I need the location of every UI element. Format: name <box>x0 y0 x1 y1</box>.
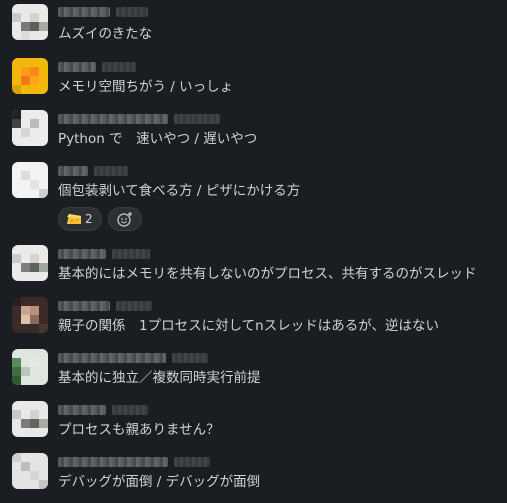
message-text: ムズイのきたな <box>58 26 153 42</box>
user-avatar[interactable] <box>12 401 48 437</box>
user-avatar[interactable] <box>12 245 48 281</box>
username-redacted[interactable] <box>58 405 106 415</box>
timestamp-redacted[interactable] <box>174 114 220 124</box>
message-text: プロセスも親ありません？ <box>58 422 220 438</box>
message-text: 個包装剥いて食べる方 / ピザにかける方 <box>58 183 301 199</box>
timestamp-redacted[interactable] <box>94 166 128 176</box>
username-redacted[interactable] <box>58 62 96 72</box>
message-feed: ムズイのきたな メモリ空間ちがう / いっしょ Python で 速いやつ / … <box>0 0 507 503</box>
timestamp-redacted[interactable] <box>112 405 148 415</box>
message-text: デバッグが面倒 / デバッグが面倒 <box>58 474 261 490</box>
message-header <box>58 165 128 177</box>
user-avatar[interactable] <box>12 4 48 40</box>
message-header <box>58 404 148 416</box>
message-header <box>58 6 148 18</box>
user-avatar[interactable] <box>12 297 48 333</box>
username-redacted[interactable] <box>58 353 166 363</box>
user-avatar[interactable] <box>12 110 48 146</box>
username-redacted[interactable] <box>58 249 106 259</box>
username-redacted[interactable] <box>58 457 168 467</box>
timestamp-redacted[interactable] <box>116 7 148 17</box>
reaction-count: 2 <box>85 212 93 226</box>
message-header <box>58 352 208 364</box>
message-text: 基本的にはメモリを共有しないのがプロセス、共有するのがスレッド <box>58 266 477 282</box>
message-text: 親子の関係 1プロセスに対してnスレッドはあるが、逆はない <box>58 318 439 334</box>
username-redacted[interactable] <box>58 301 110 311</box>
username-redacted[interactable] <box>58 7 110 17</box>
message-text: メモリ空間ちがう / いっしょ <box>58 79 234 95</box>
add-reaction-button[interactable] <box>107 207 142 231</box>
message-header <box>58 248 150 260</box>
message-text: Python で 速いやつ / 遅いやつ <box>58 131 258 147</box>
add-emoji-icon <box>116 212 132 227</box>
cheese-emoji-icon <box>67 214 81 224</box>
message-header <box>58 113 220 125</box>
message-header <box>58 300 152 312</box>
username-redacted[interactable] <box>58 166 88 176</box>
timestamp-redacted[interactable] <box>172 353 208 363</box>
message-text: 基本的に独立／複数同時実行前提 <box>58 370 261 386</box>
timestamp-redacted[interactable] <box>116 301 152 311</box>
reaction-cheese[interactable]: 2 <box>58 207 102 231</box>
message-header <box>58 61 136 73</box>
username-redacted[interactable] <box>58 114 168 124</box>
timestamp-redacted[interactable] <box>112 249 150 259</box>
user-avatar[interactable] <box>12 58 48 94</box>
reactions-bar: 2 <box>58 207 142 231</box>
timestamp-redacted[interactable] <box>102 62 136 72</box>
user-avatar[interactable] <box>12 349 48 385</box>
user-avatar[interactable] <box>12 162 48 198</box>
message-header <box>58 456 210 468</box>
user-avatar[interactable] <box>12 453 48 489</box>
timestamp-redacted[interactable] <box>174 457 210 467</box>
